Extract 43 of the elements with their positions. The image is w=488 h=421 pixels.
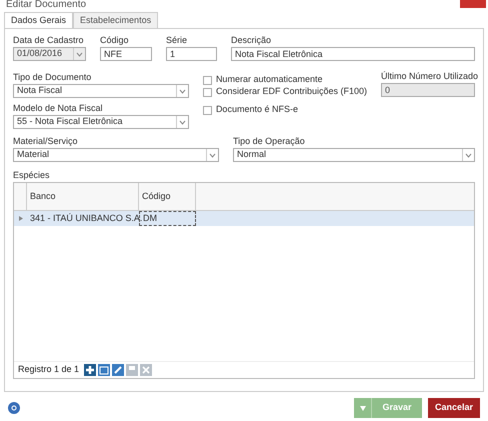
select-field[interactable]: Normal [233, 148, 475, 162]
field-label: Material/Serviço [13, 136, 79, 147]
column-header[interactable]: Banco [27, 183, 139, 210]
checkbox-label: Numerar automaticamente [216, 73, 322, 86]
window-title: Editar Documento [6, 0, 86, 10]
caret-icon [209, 152, 216, 158]
help-icon[interactable] [8, 402, 20, 414]
caret-icon [178, 88, 186, 94]
tab[interactable]: Dados Gerais [4, 12, 74, 29]
tab[interactable]: Estabelecimentos [73, 12, 158, 29]
field-label: Código [100, 35, 130, 46]
caret-icon [76, 52, 83, 56]
checkbox[interactable] [202, 88, 212, 96]
select-field[interactable]: 55 - Nota Fiscal Eletrônica [13, 115, 189, 129]
text-field[interactable]: Nota Fiscal Eletrônica [231, 47, 475, 61]
field-label: Espécies [13, 170, 51, 181]
field-label: Tipo de Operação [233, 136, 306, 147]
checkbox-label: Documento é NFS-e [216, 103, 298, 116]
table-row[interactable]: 341 - ITAÚ UNIBANCO S.A.DM [14, 211, 474, 226]
text-field[interactable]: NFE [100, 47, 152, 61]
select-field[interactable]: Material [13, 148, 219, 162]
checkbox[interactable] [202, 76, 212, 84]
save-button[interactable] [126, 364, 138, 376]
checkbox[interactable] [202, 106, 212, 114]
cancel-button[interactable]: Cancelar [428, 398, 480, 418]
text-field[interactable]: 1 [166, 47, 217, 61]
column-header[interactable]: Código [139, 183, 196, 210]
select-field[interactable]: Nota Fiscal [13, 84, 189, 98]
close-button[interactable] [140, 364, 152, 376]
field-label: Tipo de Documento [13, 72, 92, 83]
field-label: Série [166, 35, 188, 46]
table-cell-text: 341 - ITAÚ UNIBANCO S.A. [29, 212, 139, 225]
caret-icon [465, 152, 472, 158]
checkbox-label: Considerar EDF Contribuições (F100) [216, 85, 367, 98]
field-label: Descrição [231, 35, 272, 46]
field-label: Modelo de Nota Fiscal [13, 103, 104, 114]
row-pointer-icon [18, 216, 22, 221]
field-label: Data de Cadastro [13, 35, 85, 46]
caret-icon [360, 406, 366, 410]
record-counter: Registro 1 de 1 [18, 363, 80, 376]
pencil-button[interactable] [112, 364, 124, 376]
add-button[interactable] [84, 364, 96, 376]
caret-icon [178, 120, 186, 124]
